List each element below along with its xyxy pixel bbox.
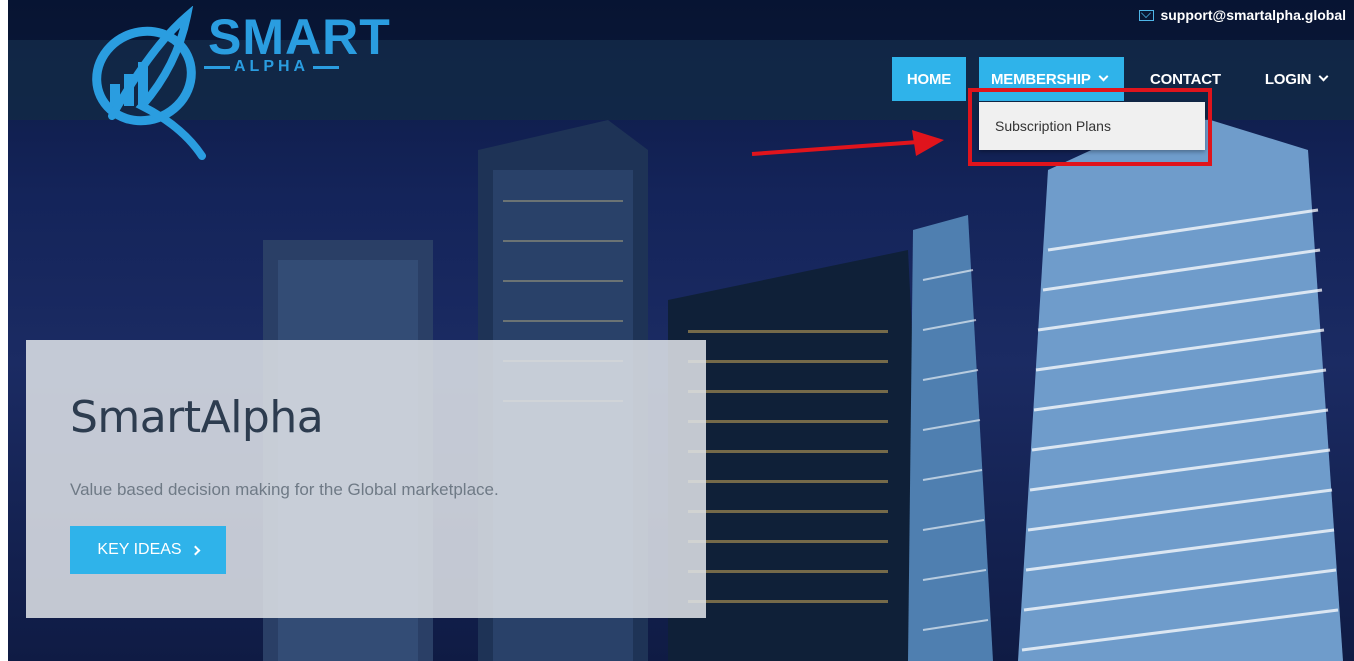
nav-membership-label: MEMBERSHIP xyxy=(991,70,1091,88)
chevron-down-icon xyxy=(1098,71,1109,82)
logo-tagline: ALPHA xyxy=(204,58,340,76)
site-logo[interactable]: SMART ALPHA xyxy=(82,5,402,166)
hero-title: SmartAlpha xyxy=(70,392,324,443)
logo-wordmark: SMART xyxy=(208,9,391,65)
key-ideas-button-label: KEY IDEAS xyxy=(97,541,182,558)
key-ideas-button[interactable]: KEY IDEAS xyxy=(70,526,226,574)
nav-home[interactable]: HOME xyxy=(892,57,966,101)
support-email-text: support@smartalpha.global xyxy=(1160,7,1346,23)
support-email[interactable]: support@smartalpha.global xyxy=(1139,7,1346,23)
mail-icon xyxy=(1139,9,1155,21)
annotation-highlight-box xyxy=(968,88,1212,166)
nav-login-label: LOGIN xyxy=(1264,70,1312,88)
hero-subtitle: Value based decision making for the Glob… xyxy=(70,480,499,499)
chevron-down-icon xyxy=(1318,71,1329,82)
chevron-right-icon xyxy=(190,545,201,555)
logo-mark-icon xyxy=(92,5,206,160)
hero-card: SmartAlpha Value based decision making f… xyxy=(26,340,706,618)
logo-tagline-text: ALPHA xyxy=(234,58,310,75)
nav-login[interactable]: LOGIN xyxy=(1253,57,1340,101)
page: support@smartalpha.global SMART ALPHA HO… xyxy=(8,0,1354,661)
annotation-arrow-icon xyxy=(751,130,944,156)
